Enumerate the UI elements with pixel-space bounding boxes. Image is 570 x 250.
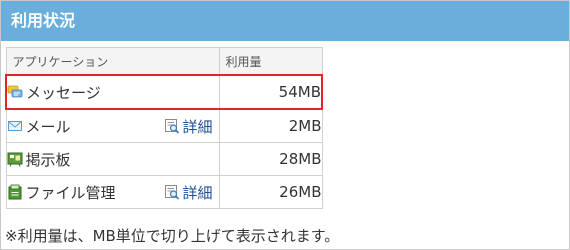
usage-panel: 利用状況 アプリケーション 利用量 メッセージ 54MB メール 詳細 2MB …: [0, 0, 570, 250]
app-name-mail[interactable]: メール: [26, 116, 71, 137]
panel-title: 利用状況: [1, 1, 569, 41]
table-row-file-management: ファイル管理 詳細 26MB: [5, 175, 323, 209]
mail-icon: [7, 121, 22, 131]
usage-note: ※利用量は、MB単位で切り上げて表示されます。: [5, 227, 340, 245]
file-management-detail-label[interactable]: 詳細: [182, 182, 212, 203]
column-header-application: アプリケーション: [5, 47, 220, 76]
table-row-bulletin: 掲示板 28MB: [5, 142, 323, 176]
mail-detail-label[interactable]: 詳細: [182, 116, 212, 137]
usage-value-bulletin: 28MB: [218, 142, 323, 176]
app-name-file-management[interactable]: ファイル管理: [26, 182, 116, 203]
app-name-message[interactable]: メッセージ: [26, 82, 101, 103]
usage-value-mail: 2MB: [218, 108, 323, 143]
message-icon: [7, 85, 23, 98]
file-management-icon: [8, 184, 21, 200]
table-header-row: アプリケーション 利用量: [5, 47, 323, 76]
usage-value-message: 54MB: [218, 74, 323, 110]
detail-magnifier-icon: [165, 119, 180, 134]
file-management-detail-link[interactable]: 詳細: [164, 182, 213, 203]
detail-magnifier-icon: [165, 185, 180, 200]
mail-detail-link[interactable]: 詳細: [164, 116, 213, 137]
table-row-mail: メール 詳細 2MB: [5, 108, 323, 143]
table-row-message: メッセージ 54MB: [5, 74, 323, 110]
usage-value-file-management: 26MB: [218, 175, 323, 209]
usage-table: アプリケーション 利用量 メッセージ 54MB メール 詳細 2MB 掲示板 2…: [5, 47, 323, 209]
app-name-bulletin[interactable]: 掲示板: [26, 149, 71, 170]
column-header-usage: 利用量: [218, 47, 323, 76]
bulletin-board-icon: [7, 152, 22, 167]
